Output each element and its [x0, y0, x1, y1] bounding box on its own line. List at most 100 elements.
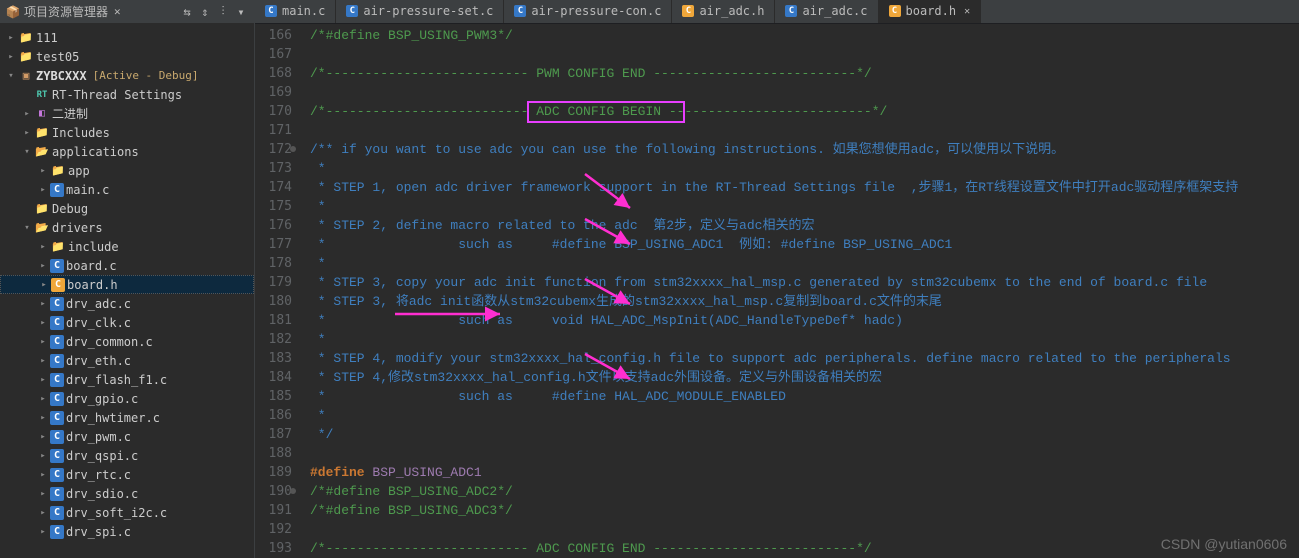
code-line[interactable] — [310, 121, 1299, 140]
expand-arrow-icon[interactable]: ▾ — [22, 223, 32, 233]
tree-item[interactable]: ▸Cdrv_soft_i2c.c — [0, 503, 254, 522]
tree-item[interactable]: ▾📂applications — [0, 142, 254, 161]
expand-arrow-icon[interactable]: ▸ — [38, 356, 48, 366]
folder-open-icon: 📂 — [34, 220, 50, 236]
code-line[interactable]: * STEP 3, copy your adc init function fr… — [310, 273, 1299, 292]
fold-marker-icon[interactable] — [290, 488, 296, 494]
tree-item[interactable]: ▸Cdrv_clk.c — [0, 313, 254, 332]
expand-arrow-icon[interactable]: ▸ — [38, 394, 48, 404]
expand-arrow-icon[interactable]: ▸ — [38, 261, 48, 271]
view-menu-icon[interactable]: ⫶ — [216, 5, 230, 19]
code-line[interactable]: * STEP 1, open adc driver framework supp… — [310, 178, 1299, 197]
tree-item[interactable]: ▾▣ZYBCXXX[Active - Debug] — [0, 66, 254, 85]
expand-arrow-icon[interactable]: ▸ — [38, 470, 48, 480]
expand-arrow-icon[interactable]: ▾ — [22, 147, 32, 157]
tree-item[interactable]: ▸Cdrv_qspi.c — [0, 446, 254, 465]
expand-arrow-icon[interactable]: ▾ — [6, 71, 16, 81]
code-line[interactable]: * STEP 4, modify your stm32xxxx_hal_conf… — [310, 349, 1299, 368]
minimize-icon[interactable]: ▾ — [234, 5, 248, 19]
expand-arrow-icon[interactable]: ▸ — [38, 489, 48, 499]
editor-tab[interactable]: Cboard.h✕ — [879, 0, 982, 23]
editor-tab[interactable]: Cair_adc.h — [672, 0, 775, 23]
editor-tab[interactable]: Cair-pressure-con.c — [504, 0, 672, 23]
code-line[interactable]: * — [310, 406, 1299, 425]
code-line[interactable]: /*#define BSP_USING_PWM3*/ — [310, 26, 1299, 45]
expand-arrow-icon[interactable]: ▸ — [38, 432, 48, 442]
tree-item[interactable]: ▸◧二进制 — [0, 104, 254, 123]
code-line[interactable]: * — [310, 197, 1299, 216]
expand-arrow-icon[interactable]: ▸ — [38, 375, 48, 385]
tree-item[interactable]: 📁Debug — [0, 199, 254, 218]
project-icon: ▣ — [18, 68, 34, 84]
code-editor[interactable]: 1661671681691701711721731741751761771781… — [255, 24, 1299, 558]
code-line[interactable]: * — [310, 159, 1299, 178]
expand-arrow-icon[interactable]: ▸ — [38, 318, 48, 328]
code-line[interactable]: #define BSP_USING_ADC1 — [310, 463, 1299, 482]
tree-item[interactable]: ▸Cmain.c — [0, 180, 254, 199]
tree-item[interactable]: ▸Cdrv_common.c — [0, 332, 254, 351]
expand-arrow-icon[interactable]: ▸ — [38, 299, 48, 309]
expand-arrow-icon[interactable]: ▸ — [22, 109, 32, 119]
code-line[interactable]: * STEP 4,修改stm32xxxx_hal_config.h文件以支持ad… — [310, 368, 1299, 387]
expand-arrow-icon[interactable]: ▸ — [22, 128, 32, 138]
expand-arrow-icon[interactable]: ▸ — [38, 337, 48, 347]
project-tree[interactable]: ▸📁111▸📁test05▾▣ZYBCXXX[Active - Debug]RT… — [0, 24, 254, 558]
tree-item[interactable]: ▸Cdrv_rtc.c — [0, 465, 254, 484]
expand-arrow-icon[interactable]: ▸ — [38, 451, 48, 461]
close-icon[interactable]: ✕ — [112, 5, 121, 18]
tree-item[interactable]: ▸Cdrv_sdio.c — [0, 484, 254, 503]
close-icon[interactable]: ✕ — [964, 6, 970, 17]
tree-item[interactable]: ▸Cdrv_gpio.c — [0, 389, 254, 408]
code-content[interactable]: /*#define BSP_USING_PWM3*/ /*------------… — [300, 24, 1299, 558]
tree-item[interactable]: ▸Cdrv_flash_f1.c — [0, 370, 254, 389]
fold-marker-icon[interactable] — [290, 146, 296, 152]
code-line[interactable]: */ — [310, 425, 1299, 444]
tree-item[interactable]: ▸Cdrv_spi.c — [0, 522, 254, 541]
tree-item[interactable]: ▸📁111 — [0, 28, 254, 47]
code-line[interactable] — [310, 83, 1299, 102]
tree-item[interactable]: ▸Cdrv_pwm.c — [0, 427, 254, 446]
code-line[interactable]: * — [310, 330, 1299, 349]
code-line[interactable] — [310, 444, 1299, 463]
tree-item[interactable]: ▸Cdrv_eth.c — [0, 351, 254, 370]
code-line[interactable] — [310, 520, 1299, 539]
expand-arrow-icon[interactable]: ▸ — [38, 185, 48, 195]
expand-arrow-icon[interactable]: ▸ — [38, 166, 48, 176]
tree-item[interactable]: ▸📁test05 — [0, 47, 254, 66]
code-line[interactable]: * STEP 3, 将adc init函数从stm32cubemx生成的stm3… — [310, 292, 1299, 311]
tree-item[interactable]: ▸Cdrv_adc.c — [0, 294, 254, 313]
code-line[interactable] — [310, 45, 1299, 64]
code-line[interactable]: /*-------------------------- PWM CONFIG … — [310, 64, 1299, 83]
code-line[interactable]: * STEP 2, define macro related to the ad… — [310, 216, 1299, 235]
tree-item[interactable]: ▸📁Includes — [0, 123, 254, 142]
sidebar-header: 📦 项目资源管理器 ✕ ⇆ ⇕ ⫶ ▾ — [0, 0, 254, 24]
expand-arrow-icon[interactable]: ▸ — [38, 242, 48, 252]
code-line[interactable]: * such as void HAL_ADC_MspInit(ADC_Handl… — [310, 311, 1299, 330]
editor-tab[interactable]: Cmain.c — [255, 0, 336, 23]
tree-item[interactable]: RTRT-Thread Settings — [0, 85, 254, 104]
tree-item[interactable]: ▸Cdrv_hwtimer.c — [0, 408, 254, 427]
code-line[interactable]: /*#define BSP_USING_ADC2*/ — [310, 482, 1299, 501]
code-line[interactable]: * such as #define BSP_USING_ADC1 例如: #de… — [310, 235, 1299, 254]
expand-arrow-icon[interactable]: ▸ — [6, 33, 16, 43]
expand-arrow-icon[interactable]: ▸ — [39, 280, 49, 290]
code-line[interactable]: /*-------------------------- ADC CONFIG … — [310, 539, 1299, 558]
code-line[interactable]: * such as #define HAL_ADC_MODULE_ENABLED — [310, 387, 1299, 406]
link-editor-icon[interactable]: ⇕ — [198, 5, 212, 19]
code-line[interactable]: * — [310, 254, 1299, 273]
expand-arrow-icon[interactable]: ▸ — [6, 52, 16, 62]
tree-item[interactable]: ▸Cboard.c — [0, 256, 254, 275]
expand-arrow-icon[interactable]: ▸ — [38, 413, 48, 423]
expand-arrow-icon[interactable]: ▸ — [38, 508, 48, 518]
tree-item[interactable]: ▸📁app — [0, 161, 254, 180]
tree-item[interactable]: ▸📁include — [0, 237, 254, 256]
code-line[interactable]: /** if you want to use adc you can use t… — [310, 140, 1299, 159]
expand-arrow-icon[interactable]: ▸ — [38, 527, 48, 537]
code-line[interactable]: /*#define BSP_USING_ADC3*/ — [310, 501, 1299, 520]
code-line[interactable]: /*-------------------------- ADC CONFIG … — [310, 102, 1299, 121]
editor-tab[interactable]: Cair-pressure-set.c — [336, 0, 504, 23]
editor-tab[interactable]: Cair_adc.c — [775, 0, 878, 23]
tree-item[interactable]: ▸Cboard.h — [0, 275, 254, 294]
tree-item[interactable]: ▾📂drivers — [0, 218, 254, 237]
collapse-icon[interactable]: ⇆ — [180, 5, 194, 19]
